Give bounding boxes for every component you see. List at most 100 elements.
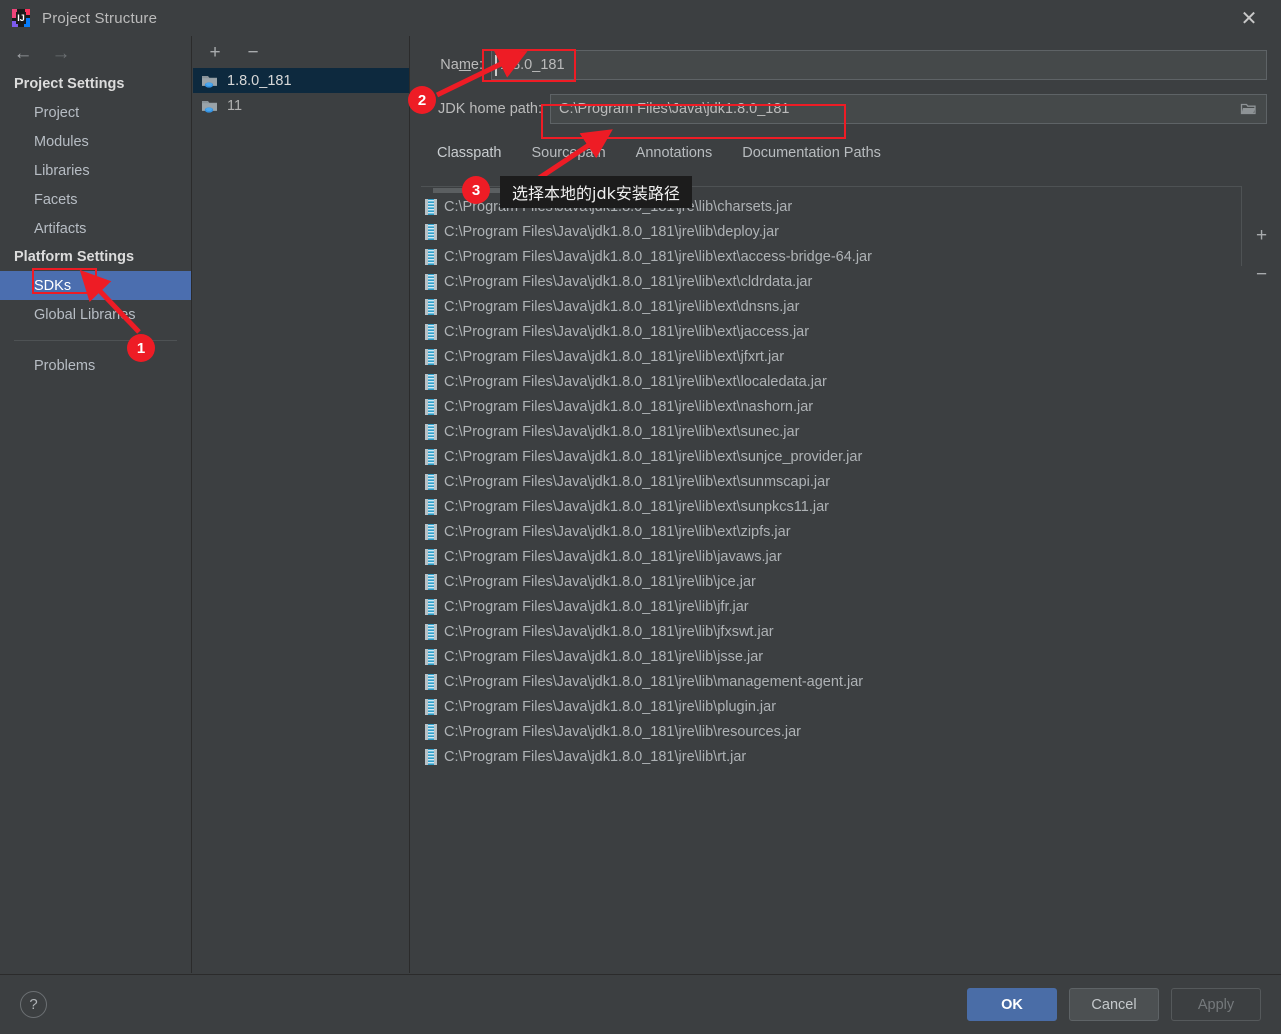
plus-icon[interactable]: + <box>1252 226 1272 245</box>
classpath-list-panel: C:\Program Files\Java\jdk1.8.0_181\jre\l… <box>421 186 1241 963</box>
ok-button[interactable]: OK <box>967 988 1057 1021</box>
name-label: Name: <box>440 57 483 73</box>
sidebar-item-project[interactable]: Project <box>0 98 191 127</box>
classpath-item-label: C:\Program Files\Java\jdk1.8.0_181\jre\l… <box>444 423 800 440</box>
jar-file-icon <box>425 698 437 715</box>
classpath-list-item[interactable]: C:\Program Files\Java\jdk1.8.0_181\jre\l… <box>421 644 1241 669</box>
jar-file-icon <box>425 323 437 340</box>
sidebar-item-modules[interactable]: Modules <box>0 127 191 156</box>
sidebar-item-artifacts[interactable]: Artifacts <box>0 214 191 243</box>
name-field-row: Name: 1.8.0_181 <box>411 50 1281 80</box>
classpath-list-item[interactable]: C:\Program Files\Java\jdk1.8.0_181\jre\l… <box>421 244 1241 269</box>
folder-browse-icon[interactable] <box>1240 101 1258 117</box>
jdk-home-path-input[interactable]: C:\Program Files\Java\jdk1.8.0_181 <box>550 94 1267 124</box>
classpath-list-item[interactable]: C:\Program Files\Java\jdk1.8.0_181\jre\l… <box>421 619 1241 644</box>
java-sdk-folder-icon <box>201 73 219 89</box>
sdk-list-item-label: 11 <box>227 97 243 114</box>
sidebar-item-sdks[interactable]: SDKs <box>0 271 191 300</box>
classpath-list-item[interactable]: C:\Program Files\Java\jdk1.8.0_181\jre\l… <box>421 669 1241 694</box>
classpath-list-item[interactable]: C:\Program Files\Java\jdk1.8.0_181\jre\l… <box>421 269 1241 294</box>
classpath-list-item[interactable]: C:\Program Files\Java\jdk1.8.0_181\jre\l… <box>421 594 1241 619</box>
classpath-item-label: C:\Program Files\Java\jdk1.8.0_181\jre\l… <box>444 298 800 315</box>
jar-file-icon <box>425 598 437 615</box>
classpath-item-label: C:\Program Files\Java\jdk1.8.0_181\jre\l… <box>444 623 774 640</box>
jdk-home-path-field-row: JDK home path: C:\Program Files\Java\jdk… <box>411 94 1281 124</box>
tab-documentation-paths[interactable]: Documentation Paths <box>742 145 881 161</box>
jar-file-icon <box>425 673 437 690</box>
jar-file-icon <box>425 198 437 215</box>
scrollbar-thumb[interactable] <box>433 188 509 193</box>
sdk-list-item-1-8-0-181[interactable]: 1.8.0_181 <box>193 68 409 93</box>
classpath-list-item[interactable]: C:\Program Files\Java\jdk1.8.0_181\jre\l… <box>421 369 1241 394</box>
text-caret <box>495 55 497 76</box>
arrow-left-icon[interactable]: ← <box>12 42 34 64</box>
classpath-item-label: C:\Program Files\Java\jdk1.8.0_181\jre\l… <box>444 248 872 265</box>
classpath-item-label: C:\Program Files\Java\jdk1.8.0_181\jre\l… <box>444 723 802 740</box>
sidebar-item-problems[interactable]: Problems <box>0 351 191 380</box>
sidebar-item-global-libraries[interactable]: Global Libraries <box>0 300 191 329</box>
jar-file-icon <box>425 448 437 465</box>
classpath-list-item[interactable]: C:\Program Files\Java\jdk1.8.0_181\jre\l… <box>421 694 1241 719</box>
sidebar-section-project-settings: Project Settings <box>14 76 125 92</box>
help-button[interactable]: ? <box>20 991 47 1018</box>
title-bar: IJ Project Structure ✕ <box>0 0 1281 36</box>
classpath-list-item[interactable]: C:\Program Files\Java\jdk1.8.0_181\jre\l… <box>421 294 1241 319</box>
classpath-list-item[interactable]: C:\Program Files\Java\jdk1.8.0_181\jre\l… <box>421 744 1241 769</box>
apply-button[interactable]: Apply <box>1171 988 1261 1021</box>
minus-icon[interactable]: − <box>243 42 263 62</box>
classpath-item-label: C:\Program Files\Java\jdk1.8.0_181\jre\l… <box>444 348 785 365</box>
name-input[interactable]: 1.8.0_181 <box>491 50 1267 80</box>
sidebar-item-facets[interactable]: Facets <box>0 185 191 214</box>
cancel-button[interactable]: Cancel <box>1069 988 1159 1021</box>
minus-icon[interactable]: − <box>1252 265 1272 284</box>
close-icon[interactable]: ✕ <box>1235 5 1263 33</box>
classpath-item-label: C:\Program Files\Java\jdk1.8.0_181\jre\l… <box>444 198 793 215</box>
plus-icon[interactable]: + <box>205 42 225 62</box>
classpath-list[interactable]: C:\Program Files\Java\jdk1.8.0_181\jre\l… <box>421 194 1241 963</box>
classpath-item-label: C:\Program Files\Java\jdk1.8.0_181\jre\l… <box>444 273 813 290</box>
detail-tabs: Classpath Sourcepath Annotations Documen… <box>411 136 1281 170</box>
classpath-list-item[interactable]: C:\Program Files\Java\jdk1.8.0_181\jre\l… <box>421 494 1241 519</box>
arrow-right-icon[interactable]: → <box>50 42 72 64</box>
classpath-item-label: C:\Program Files\Java\jdk1.8.0_181\jre\l… <box>444 398 814 415</box>
jar-file-icon <box>425 498 437 515</box>
jdk-home-path-value: C:\Program Files\Java\jdk1.8.0_181 <box>559 101 790 117</box>
jar-file-icon <box>425 573 437 590</box>
tab-sourcepath[interactable]: Sourcepath <box>531 145 605 161</box>
classpath-list-item[interactable]: C:\Program Files\Java\jdk1.8.0_181\jre\l… <box>421 444 1241 469</box>
classpath-list-item[interactable]: C:\Program Files\Java\jdk1.8.0_181\jre\l… <box>421 719 1241 744</box>
settings-sidebar: ← → Project Settings Project Modules Lib… <box>0 36 192 973</box>
window-title: Project Structure <box>42 9 158 27</box>
name-input-value: 1.8.0_181 <box>500 57 565 73</box>
classpath-horizontal-scrollbar[interactable] <box>421 187 1241 193</box>
sidebar-item-libraries[interactable]: Libraries <box>0 156 191 185</box>
classpath-list-item[interactable]: C:\Program Files\Java\jdk1.8.0_181\jre\l… <box>421 469 1241 494</box>
classpath-list-item[interactable]: C:\Program Files\Java\jdk1.8.0_181\jre\l… <box>421 569 1241 594</box>
classpath-list-item[interactable]: C:\Program Files\Java\jdk1.8.0_181\jre\l… <box>421 219 1241 244</box>
jar-file-icon <box>425 373 437 390</box>
jar-file-icon <box>425 523 437 540</box>
classpath-list-item[interactable]: C:\Program Files\Java\jdk1.8.0_181\jre\l… <box>421 419 1241 444</box>
classpath-item-label: C:\Program Files\Java\jdk1.8.0_181\jre\l… <box>444 748 747 765</box>
classpath-item-label: C:\Program Files\Java\jdk1.8.0_181\jre\l… <box>444 548 782 565</box>
classpath-list-item[interactable]: C:\Program Files\Java\jdk1.8.0_181\jre\l… <box>421 194 1241 219</box>
jar-file-icon <box>425 273 437 290</box>
tab-annotations[interactable]: Annotations <box>636 145 713 161</box>
dialog-footer: ? OK Cancel Apply <box>0 974 1281 1034</box>
tab-classpath[interactable]: Classpath <box>437 145 501 161</box>
classpath-item-label: C:\Program Files\Java\jdk1.8.0_181\jre\l… <box>444 598 749 615</box>
classpath-list-item[interactable]: C:\Program Files\Java\jdk1.8.0_181\jre\l… <box>421 519 1241 544</box>
sidebar-section-platform-settings: Platform Settings <box>14 249 135 265</box>
classpath-list-item[interactable]: C:\Program Files\Java\jdk1.8.0_181\jre\l… <box>421 394 1241 419</box>
sdk-list-panel: + − 1.8.0_181 11 <box>193 36 410 973</box>
jar-file-icon <box>425 548 437 565</box>
jar-file-icon <box>425 423 437 440</box>
dialog-buttons: OK Cancel Apply <box>967 988 1261 1021</box>
classpath-item-label: C:\Program Files\Java\jdk1.8.0_181\jre\l… <box>444 323 810 340</box>
classpath-list-item[interactable]: C:\Program Files\Java\jdk1.8.0_181\jre\l… <box>421 319 1241 344</box>
classpath-item-label: C:\Program Files\Java\jdk1.8.0_181\jre\l… <box>444 498 829 515</box>
classpath-list-item[interactable]: C:\Program Files\Java\jdk1.8.0_181\jre\l… <box>421 344 1241 369</box>
sdk-list-item-11[interactable]: 11 <box>193 93 409 118</box>
java-sdk-folder-icon <box>201 98 219 114</box>
classpath-list-item[interactable]: C:\Program Files\Java\jdk1.8.0_181\jre\l… <box>421 544 1241 569</box>
